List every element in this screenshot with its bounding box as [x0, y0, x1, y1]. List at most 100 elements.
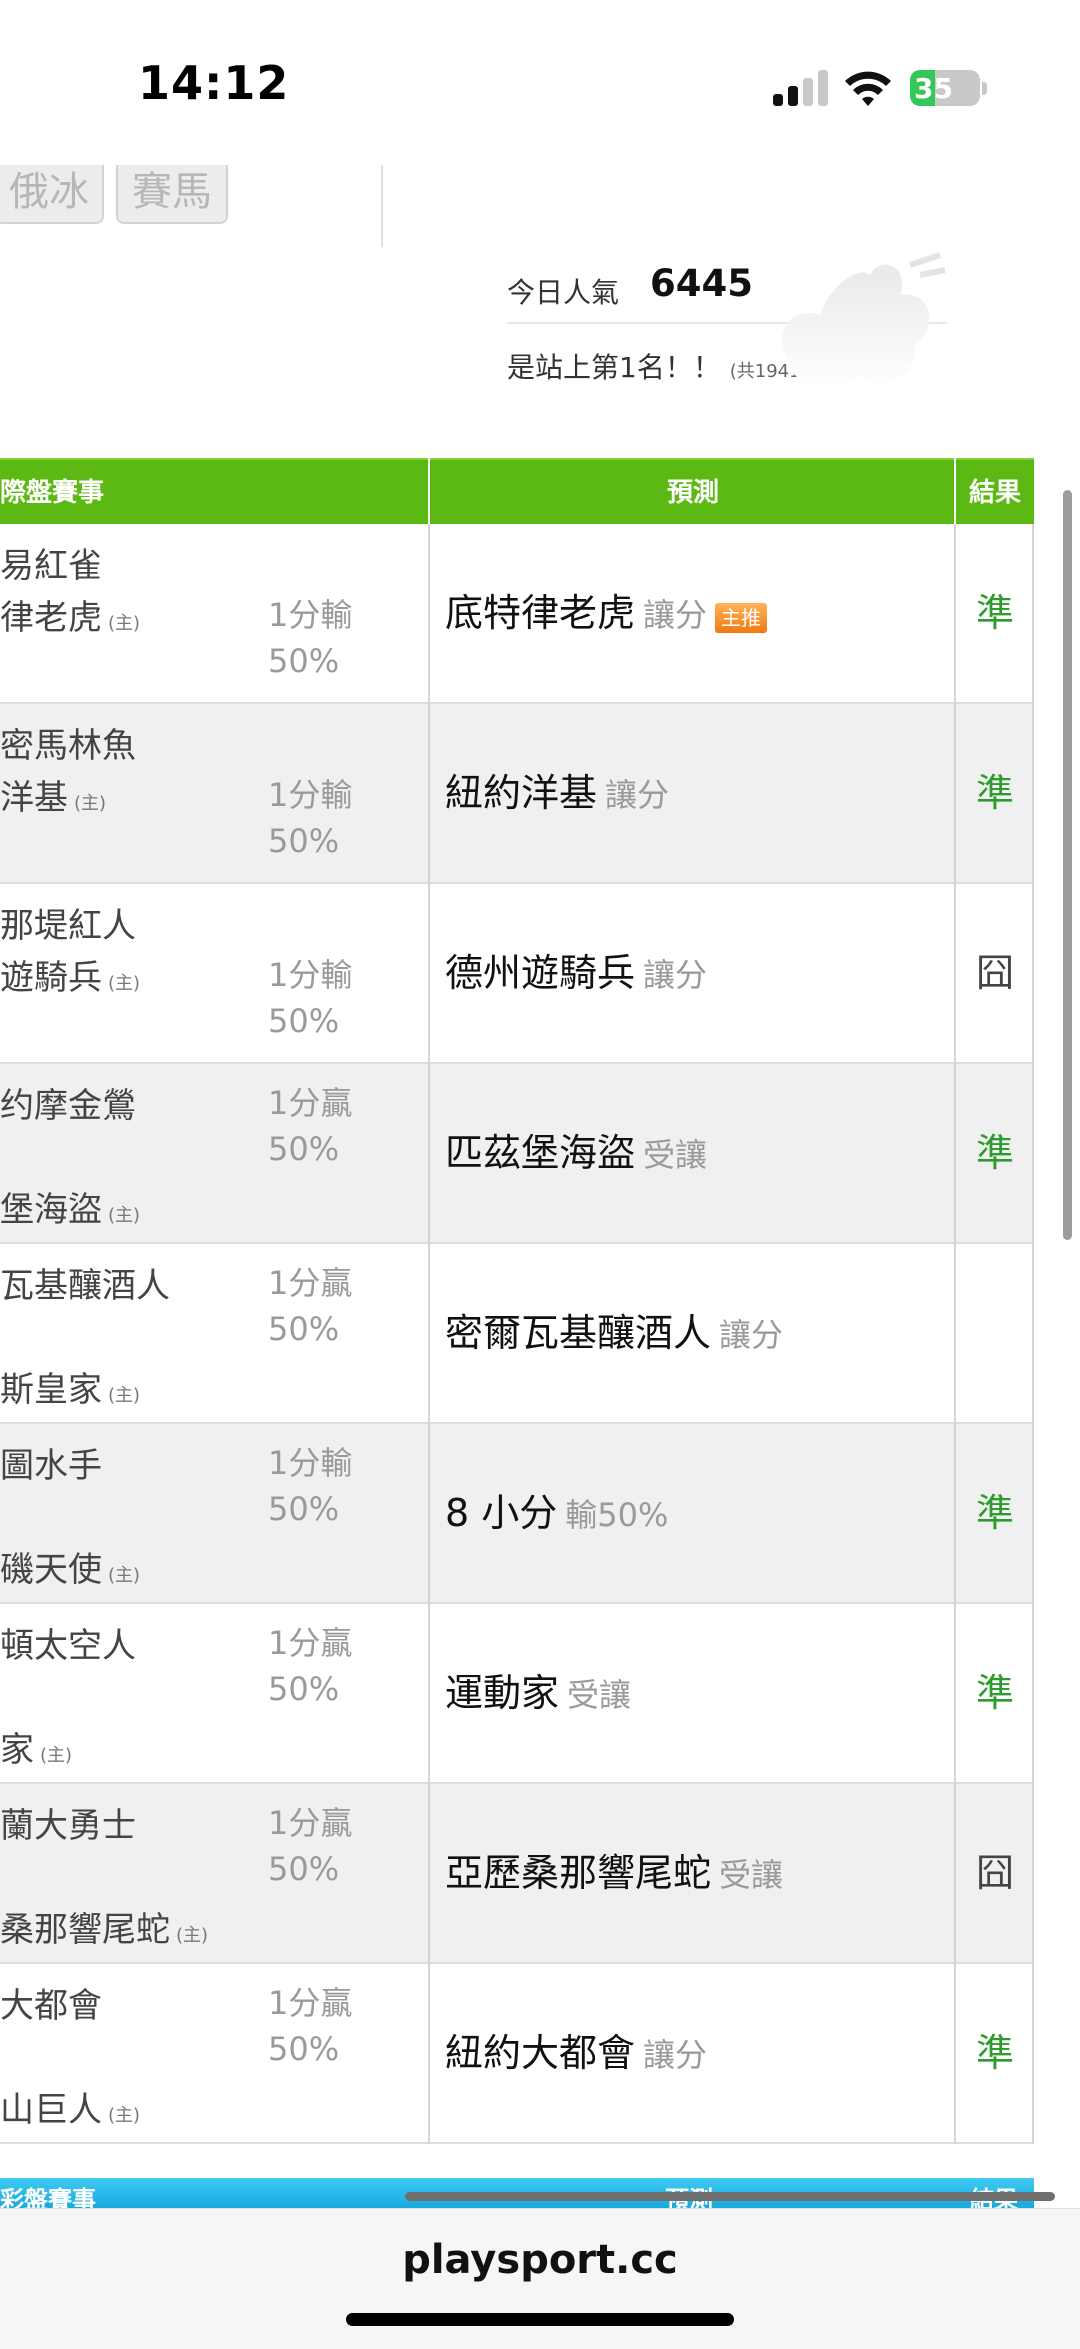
result-cell: 準 — [975, 1491, 1014, 1535]
home-team-cell: 山巨人 (主) — [0, 2082, 140, 2131]
table-row: 密馬林魚 洋基 (主) 1分輸 50% 紐約洋基 讓分 準 — [0, 704, 1034, 884]
predicted-team: 密爾瓦基釀酒人 — [445, 1311, 712, 1355]
home-team-cell: 洋基 (主) — [0, 770, 106, 819]
column-divider — [1032, 1784, 1034, 1964]
column-divider — [954, 1604, 956, 1784]
prediction-type: 讓分 — [719, 1316, 784, 1354]
column-divider — [1032, 884, 1034, 1064]
predicted-team: 底特律老虎 — [445, 591, 636, 635]
result-cell: 準 — [975, 2031, 1014, 2075]
prediction-type: 受讓 — [719, 1856, 784, 1894]
tab-horse-racing[interactable]: 賽馬 — [116, 165, 228, 224]
away-team: 约摩金鶯 — [0, 1086, 136, 1126]
header-match: 際盤賽事 — [0, 478, 105, 508]
result-cell: 囧 — [975, 1851, 1014, 1895]
result-cell — [956, 1244, 1034, 1422]
odds-handicap: 1分輸 — [268, 1444, 353, 1482]
prediction-cell: 匹茲堡海盜 受讓 — [445, 1064, 707, 1242]
odds-handicap: 1分輸 — [268, 956, 353, 994]
divider — [381, 165, 383, 247]
predicted-team: 德州遊騎兵 — [445, 951, 636, 995]
predicted-team: 紐約洋基 — [445, 771, 598, 815]
table-header: 際盤賽事 預測 結果 — [0, 458, 1034, 526]
battery-icon: 35 — [910, 70, 980, 106]
column-divider — [1032, 1964, 1034, 2144]
home-team: 堡海盜 — [0, 1190, 102, 1230]
tab-ice-hockey[interactable]: 俄冰 — [0, 165, 104, 224]
result-cell: 準 — [975, 771, 1014, 815]
column-divider — [954, 1964, 956, 2144]
home-marker: (主) — [74, 793, 107, 814]
home-team-cell: 斯皇家 (主) — [0, 1362, 140, 1411]
table-row: 大都會 山巨人 (主) 1分贏 50% 紐約大都會 讓分 準 — [0, 1964, 1034, 2144]
header-result: 結果 — [968, 478, 1021, 508]
home-team-cell: 堡海盜 (主) — [0, 1182, 140, 1231]
home-team-cell: 律老虎 (主) — [0, 590, 140, 639]
url-text[interactable]: playsport.cc — [0, 2237, 1080, 2283]
home-team: 磯天使 — [0, 1550, 102, 1590]
result-cell: 準 — [975, 1671, 1014, 1715]
odds-percent: 50% — [268, 1130, 340, 1168]
home-marker: (主) — [40, 1745, 73, 1766]
home-indicator[interactable] — [346, 2313, 734, 2326]
column-divider — [954, 1064, 956, 1244]
prediction-type: 輸50% — [565, 1496, 669, 1534]
result-cell: 準 — [975, 1131, 1014, 1175]
home-team: 家 — [0, 1730, 34, 1770]
result-cell: 準 — [975, 591, 1014, 635]
home-marker: (主) — [108, 1205, 141, 1226]
odds-handicap: 1分輸 — [268, 596, 353, 634]
home-team: 斯皇家 — [0, 1370, 102, 1410]
away-team: 瓦基釀酒人 — [0, 1266, 170, 1306]
odds-handicap: 1分贏 — [268, 1084, 353, 1122]
prediction-type: 讓分 — [643, 2036, 708, 2074]
header-prediction: 預測 — [666, 478, 719, 508]
odds-percent: 50% — [268, 1310, 340, 1348]
table-row: 蘭大勇士桑那響尾蛇 (主) 1分贏 50% 亞歷桑那響尾蛇 受讓 囧 — [0, 1784, 1034, 1964]
prediction-type: 讓分 — [605, 776, 670, 814]
odds-handicap: 1分贏 — [268, 1804, 353, 1842]
away-team: 蘭大勇士 — [0, 1806, 136, 1846]
odds-percent: 50% — [268, 1670, 340, 1708]
home-marker: (主) — [108, 613, 141, 634]
home-marker: (主) — [176, 1925, 209, 1946]
table-row: 易紅雀 律老虎 (主) 1分輸 50% 底特律老虎 讓分 主推 準 — [0, 524, 1034, 704]
predicted-team: 亞歷桑那響尾蛇 — [445, 1851, 712, 1895]
home-team: 桑那響尾蛇 — [0, 1910, 170, 1950]
prediction-type: 讓分 — [643, 956, 708, 994]
odds-percent: 50% — [268, 1850, 340, 1888]
cellular-signal-icon — [773, 70, 829, 106]
prediction-cell: 密爾瓦基釀酒人 讓分 — [445, 1244, 783, 1422]
home-team-cell: 桑那響尾蛇 (主) — [0, 1902, 208, 1951]
column-divider — [428, 1424, 430, 1604]
vertical-scrollbar[interactable] — [1063, 490, 1072, 1240]
table-row: 那堤紅人 遊騎兵 (主) 1分輸 50% 德州遊騎兵 讓分 囧 — [0, 884, 1034, 1064]
column-divider — [428, 1244, 430, 1424]
away-team: 圖水手 — [0, 1446, 102, 1486]
column-divider — [954, 1784, 956, 1964]
prediction-type: 讓分 — [643, 596, 708, 634]
odds-percent: 50% — [268, 642, 340, 680]
away-team: 那堤紅人 — [0, 906, 136, 946]
column-divider — [954, 884, 956, 1064]
odds-percent: 50% — [268, 1002, 340, 1040]
column-divider — [428, 1064, 430, 1244]
battery-level: 35 — [914, 72, 953, 105]
prediction-type: 受讓 — [567, 1676, 632, 1714]
column-divider — [954, 704, 956, 884]
odds-handicap: 1分輸 — [268, 776, 353, 814]
away-team: 大都會 — [0, 1986, 102, 2026]
browser-url-bar[interactable]: playsport.cc — [0, 2208, 1080, 2349]
odds-handicap: 1分贏 — [268, 1984, 353, 2022]
mascot-watermark-icon — [781, 252, 946, 389]
column-divider — [1032, 1244, 1034, 1424]
table-row: 頓太空人家 (主) 1分贏 50% 運動家 受讓 準 — [0, 1604, 1034, 1784]
rank-text: 是站上第1名！！ — [507, 351, 721, 384]
prediction-cell: 紐約大都會 讓分 — [445, 1964, 707, 2142]
status-bar: 14:12 35 — [0, 0, 1080, 165]
home-marker: (主) — [108, 1385, 141, 1406]
main-pick-badge: 主推 — [715, 602, 768, 633]
horizontal-scrollbar[interactable] — [405, 2192, 1055, 2201]
predicted-team: 匹茲堡海盜 — [445, 1131, 636, 1175]
table-row: 约摩金鶯堡海盜 (主) 1分贏 50% 匹茲堡海盜 受讓 準 — [0, 1064, 1034, 1244]
